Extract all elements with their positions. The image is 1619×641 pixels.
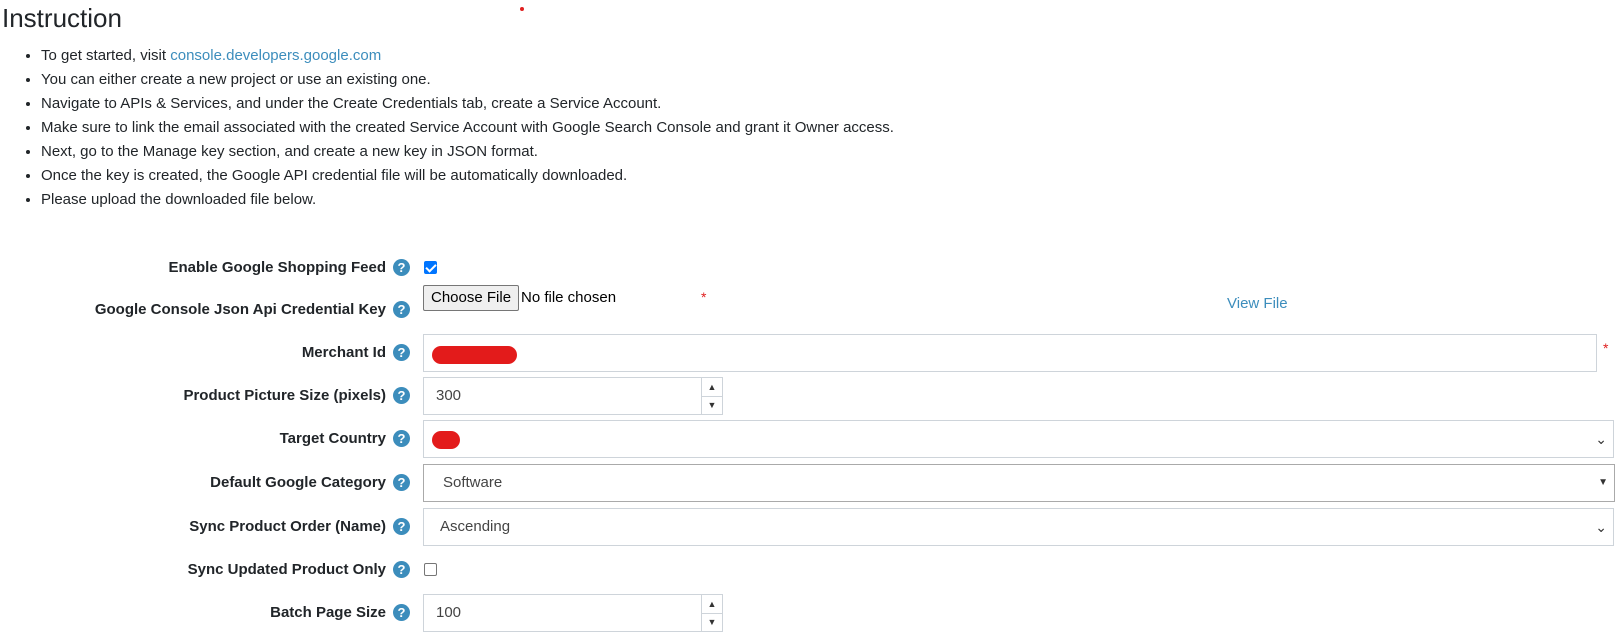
picture-size-row: Product Picture Size (pixels) ? 300 ▲ ▼ xyxy=(0,377,1619,415)
merchant-id-input[interactable] xyxy=(423,334,1597,372)
credential-key-label: Google Console Json Api Credential Key xyxy=(94,301,386,318)
sync-order-label: Sync Product Order (Name) xyxy=(189,518,386,535)
chevron-down-icon: ▼ xyxy=(1598,477,1608,488)
batch-size-input[interactable]: 100 ▲ ▼ xyxy=(423,594,723,632)
picture-size-label: Product Picture Size (pixels) xyxy=(183,387,386,404)
default-category-value: Software xyxy=(443,474,503,491)
merchant-id-row: Merchant Id ? * xyxy=(0,334,1619,372)
view-file-link[interactable]: View File xyxy=(1227,295,1288,312)
batch-size-value: 100 xyxy=(436,604,462,621)
caret-up-icon[interactable]: ▲ xyxy=(702,378,722,397)
enable-feed-label: Enable Google Shopping Feed xyxy=(168,259,386,276)
question-circle-icon[interactable]: ? xyxy=(393,561,410,578)
instruction-item: Once the key is created, the Google API … xyxy=(41,164,894,188)
sync-order-select[interactable]: Ascending ⌄ xyxy=(423,508,1614,546)
chevron-down-icon: ⌄ xyxy=(1595,519,1607,535)
red-dot-mark xyxy=(520,7,524,11)
question-circle-icon[interactable]: ? xyxy=(393,430,410,447)
instruction-item: To get started, visit console.developers… xyxy=(41,44,894,68)
number-spinner[interactable]: ▲ ▼ xyxy=(701,595,722,631)
sync-updated-checkbox[interactable] xyxy=(424,563,437,576)
enable-feed-row: Enable Google Shopping Feed ? xyxy=(0,249,1619,287)
console-link[interactable]: console.developers.google.com xyxy=(170,47,381,64)
picture-size-input[interactable]: 300 ▲ ▼ xyxy=(423,377,723,415)
sync-order-value: Ascending xyxy=(440,518,511,535)
enable-feed-checkbox[interactable] xyxy=(424,261,437,274)
question-circle-icon[interactable]: ? xyxy=(393,474,410,491)
instruction-item: You can either create a new project or u… xyxy=(41,68,894,92)
redaction-mark xyxy=(432,346,517,364)
choose-file-button[interactable]: Choose File xyxy=(423,285,520,311)
required-mark: * xyxy=(1603,340,1609,356)
credential-key-row: Google Console Json Api Credential Key ?… xyxy=(0,285,1619,329)
merchant-id-label: Merchant Id xyxy=(301,344,386,361)
picture-size-value: 300 xyxy=(436,387,462,404)
page-title: Instruction xyxy=(2,3,122,33)
target-country-row: Target Country ? ⌄ xyxy=(0,420,1619,458)
instruction-item: Next, go to the Manage key section, and … xyxy=(41,140,894,164)
sync-updated-label: Sync Updated Product Only xyxy=(187,561,386,578)
instruction-list: To get started, visit console.developers… xyxy=(0,44,894,212)
sync-updated-row: Sync Updated Product Only ? xyxy=(0,551,1619,589)
target-country-select[interactable]: ⌄ xyxy=(423,420,1614,458)
instruction-item: Navigate to APIs & Services, and under t… xyxy=(41,92,894,116)
batch-size-row: Batch Page Size ? 100 ▲ ▼ xyxy=(0,594,1619,632)
required-mark: * xyxy=(701,289,707,305)
question-circle-icon[interactable]: ? xyxy=(393,387,410,404)
caret-down-icon[interactable]: ▼ xyxy=(702,396,722,414)
caret-up-icon[interactable]: ▲ xyxy=(702,595,722,614)
file-status-text: No file chosen xyxy=(521,289,617,306)
question-circle-icon[interactable]: ? xyxy=(393,518,410,535)
question-circle-icon[interactable]: ? xyxy=(393,604,410,621)
default-category-select[interactable]: Software ▼ xyxy=(423,464,1615,502)
question-circle-icon[interactable]: ? xyxy=(393,344,410,361)
redaction-mark xyxy=(432,431,460,449)
default-category-label: Default Google Category xyxy=(210,474,386,491)
question-circle-icon[interactable]: ? xyxy=(393,301,410,318)
chevron-down-icon: ⌄ xyxy=(1595,431,1607,447)
instruction-item: Please upload the downloaded file below. xyxy=(41,188,894,212)
caret-down-icon[interactable]: ▼ xyxy=(702,613,722,631)
number-spinner[interactable]: ▲ ▼ xyxy=(701,378,722,414)
target-country-label: Target Country xyxy=(279,430,386,447)
instruction-item: Make sure to link the email associated w… xyxy=(41,116,894,140)
instruction-text: To get started, visit xyxy=(41,47,171,64)
sync-order-row: Sync Product Order (Name) ? Ascending ⌄ xyxy=(0,508,1619,546)
default-category-row: Default Google Category ? Software ▼ xyxy=(0,464,1619,502)
question-circle-icon[interactable]: ? xyxy=(393,259,410,276)
batch-size-label: Batch Page Size xyxy=(270,604,386,621)
